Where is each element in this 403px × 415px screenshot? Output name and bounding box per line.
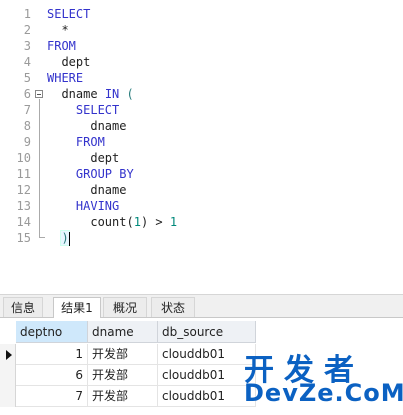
row-selector[interactable] bbox=[0, 386, 16, 407]
code-text: dname IN ( bbox=[47, 86, 134, 102]
watermark-logo: 开发者 DevZe.CoM bbox=[236, 345, 403, 411]
sql-editor[interactable]: 1 SELECT 2 * 3 FROM 4 dept 5 WHERE 6 dname IN (7… bbox=[0, 0, 403, 290]
code-text: count(1) > 1 bbox=[47, 214, 177, 230]
line-number: 4 bbox=[23, 55, 31, 69]
tab-status[interactable]: 状态 bbox=[151, 297, 195, 317]
table-cell[interactable]: 6 bbox=[16, 365, 88, 386]
tab-result1[interactable]: 结果1 bbox=[53, 297, 101, 318]
sql-token: dept bbox=[90, 151, 120, 165]
line-number: 5 bbox=[23, 71, 31, 85]
line-number: 7 bbox=[23, 103, 31, 117]
sql-keyword: HAVING bbox=[75, 199, 120, 213]
line-number: 6 bbox=[23, 87, 31, 101]
sql-keyword: WHERE bbox=[47, 71, 84, 85]
fold-guide-end bbox=[39, 237, 45, 238]
table-cell[interactable]: 开发部 bbox=[88, 344, 158, 365]
line-number: 14 bbox=[16, 215, 31, 229]
sql-keyword: FROM bbox=[75, 135, 105, 149]
code-text: FROM bbox=[47, 38, 76, 54]
sql-token: * bbox=[61, 23, 69, 37]
code-text: WHERE bbox=[47, 70, 83, 86]
sql-token: ) bbox=[60, 230, 70, 246]
current-row-arrow-icon bbox=[6, 350, 12, 360]
code-text: SELECT bbox=[47, 102, 119, 118]
line-number: 12 bbox=[16, 183, 31, 197]
sql-token: dept bbox=[61, 55, 91, 69]
line-number: 11 bbox=[16, 167, 31, 181]
row-selector[interactable] bbox=[0, 365, 16, 386]
sql-token: count bbox=[90, 215, 127, 229]
sql-token: dname bbox=[90, 119, 127, 133]
code-text: dname bbox=[47, 118, 126, 134]
sql-number: 1 bbox=[169, 215, 178, 229]
table-cell[interactable]: 7 bbox=[16, 386, 88, 407]
tab-info[interactable]: 信息 bbox=[3, 297, 43, 317]
code-text: ) bbox=[47, 230, 70, 246]
code-text: HAVING bbox=[47, 198, 119, 214]
sql-keyword: IN bbox=[104, 87, 120, 101]
sql-keyword: SELECT bbox=[75, 103, 120, 117]
line-number: 15 bbox=[16, 231, 31, 245]
sql-keyword: SELECT bbox=[47, 7, 91, 21]
line-number: 1 bbox=[23, 7, 31, 21]
text-cursor bbox=[68, 231, 70, 246]
result-tabs: 信息 结果1 概况 状态 bbox=[0, 294, 403, 318]
code-text: * bbox=[47, 22, 69, 38]
column-header-deptno[interactable]: deptno bbox=[16, 321, 88, 343]
column-header-dname[interactable]: dname bbox=[88, 321, 158, 343]
sql-keyword: FROM bbox=[47, 39, 76, 53]
table-cell[interactable]: 开发部 bbox=[88, 365, 158, 386]
sql-token: ) > bbox=[140, 215, 170, 229]
line-number: 9 bbox=[23, 135, 31, 149]
line-number: 8 bbox=[23, 119, 31, 133]
tab-profile[interactable]: 概况 bbox=[103, 297, 147, 317]
fold-toggle-icon[interactable] bbox=[35, 90, 43, 98]
table-cell[interactable]: 开发部 bbox=[88, 386, 158, 407]
sql-token: ( bbox=[126, 215, 134, 229]
code-text: GROUP BY bbox=[47, 166, 134, 182]
sql-keyword: GROUP BY bbox=[75, 167, 134, 181]
code-text: dept bbox=[47, 150, 119, 166]
code-text: dname bbox=[47, 182, 126, 198]
sql-token: ( bbox=[126, 87, 134, 101]
code-text: FROM bbox=[47, 134, 105, 150]
sql-token: dname bbox=[61, 87, 105, 101]
fold-guide bbox=[39, 99, 40, 237]
code-text: dept bbox=[47, 54, 90, 70]
code-text: SELECT bbox=[47, 6, 90, 22]
column-header-db-source[interactable]: db_source bbox=[158, 321, 256, 343]
line-number: 10 bbox=[16, 151, 31, 165]
line-number: 13 bbox=[16, 199, 31, 213]
sql-token: dname bbox=[90, 183, 127, 197]
line-number: 2 bbox=[23, 23, 31, 37]
table-cell[interactable]: 1 bbox=[16, 344, 88, 365]
row-selector[interactable] bbox=[0, 344, 16, 365]
line-number: 3 bbox=[23, 39, 31, 53]
sql-number: 1 bbox=[133, 215, 141, 229]
watermark-subtitle: DevZe.CoM bbox=[244, 379, 403, 407]
